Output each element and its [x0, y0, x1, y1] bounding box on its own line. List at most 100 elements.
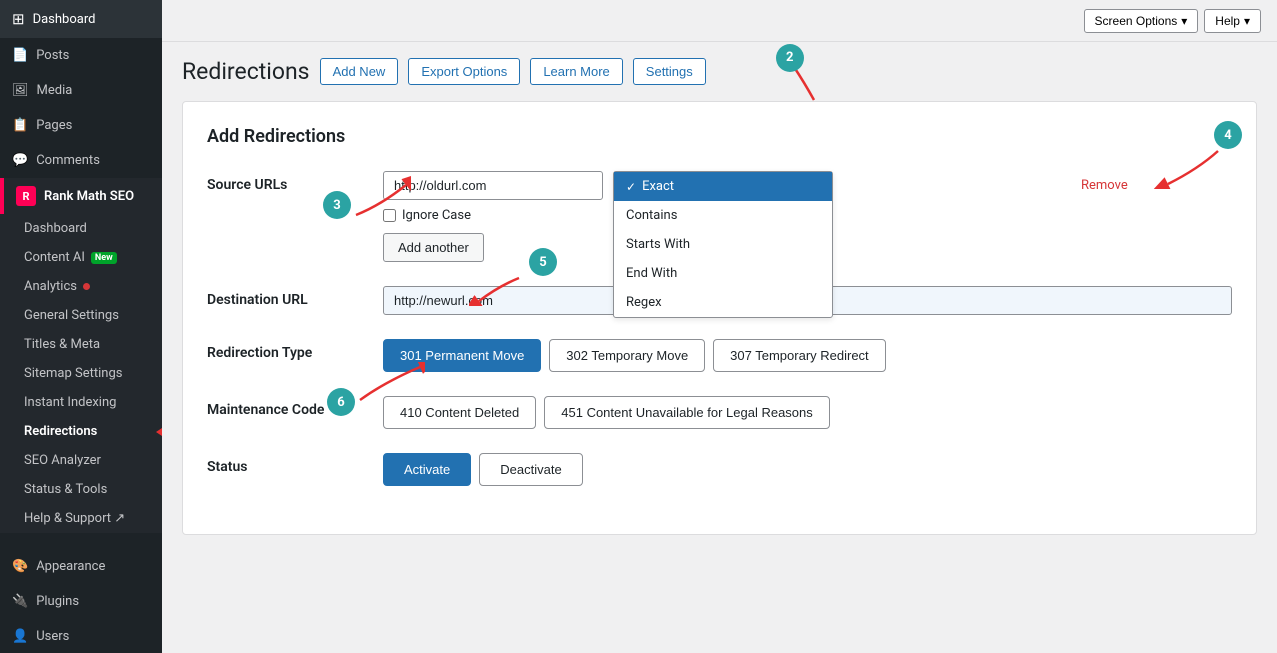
maintenance-code-controls: 410 Content Deleted 451 Content Unavaila… [383, 396, 1232, 429]
dropdown-item-end-with[interactable]: End With [614, 259, 832, 288]
redirection-type-group: 301 Permanent Move 302 Temporary Move 30… [383, 339, 1232, 372]
sidebar-item-analytics[interactable]: Analytics [0, 272, 162, 301]
sitemap-settings-label: Sitemap Settings [24, 366, 123, 381]
rank-math-header[interactable]: R Rank Math SEO [0, 178, 162, 214]
settings-button[interactable]: Settings [633, 58, 706, 85]
page-title-row: Redirections Add New Export Options Lear… [182, 58, 1257, 85]
sidebar-item-media[interactable]: 🖼 Media [0, 73, 162, 108]
status-row: Status Activate Deactivate [207, 453, 1232, 486]
appearance-icon: 🎨 [12, 559, 28, 574]
sidebar-item-general-settings[interactable]: General Settings [0, 301, 162, 330]
sidebar-item-rm-dashboard[interactable]: Dashboard [0, 214, 162, 243]
sidebar-item-label: Comments [36, 153, 100, 168]
sidebar-item-label: Dashboard [33, 12, 96, 27]
source-urls-label: Source URLs [207, 171, 367, 193]
sidebar-item-plugins[interactable]: 🔌 Plugins [0, 584, 162, 619]
redirection-type-label: Redirection Type [207, 339, 367, 361]
posts-icon: 📄 [12, 48, 28, 63]
type-301-button[interactable]: 301 Permanent Move [383, 339, 541, 372]
sidebar: ⊞ Dashboard 📄 Posts 🖼 Media 📋 Pages 💬 Co… [0, 0, 162, 653]
pages-icon: 📋 [12, 118, 28, 133]
ignore-case-label: Ignore Case [402, 208, 471, 223]
status-label: Status [207, 453, 367, 475]
page-area: Redirections Add New Export Options Lear… [162, 42, 1277, 653]
dropdown-item-regex[interactable]: Regex [614, 288, 832, 317]
rm-dashboard-label: Dashboard [24, 221, 87, 236]
redirection-type-controls: 301 Permanent Move 302 Temporary Move 30… [383, 339, 1232, 372]
help-label: Help [1215, 14, 1240, 28]
sidebar-item-seo-analyzer[interactable]: SEO Analyzer [0, 446, 162, 475]
status-controls: Activate Deactivate [383, 453, 1232, 486]
help-button[interactable]: Help ▾ [1204, 9, 1261, 33]
page-title: Redirections [182, 58, 310, 85]
new-badge: New [91, 252, 117, 264]
sidebar-item-status-tools[interactable]: Status & Tools [0, 475, 162, 504]
sidebar-item-content-ai[interactable]: Content AI New [0, 243, 162, 272]
general-settings-label: General Settings [24, 308, 119, 323]
code-410-button[interactable]: 410 Content Deleted [383, 396, 536, 429]
sidebar-item-users[interactable]: 👤 Users [0, 619, 162, 653]
sidebar-item-label: Posts [36, 48, 69, 63]
sidebar-item-dashboard[interactable]: ⊞ Dashboard [0, 0, 162, 38]
screen-options-label: Screen Options [1095, 14, 1178, 28]
chevron-down-icon-2: ▾ [1244, 14, 1250, 28]
screen-options-button[interactable]: Screen Options ▾ [1084, 9, 1199, 33]
arrow-2 [784, 62, 834, 102]
sidebar-item-pages[interactable]: 📋 Pages [0, 108, 162, 143]
destination-url-label: Destination URL [207, 286, 367, 308]
type-302-button[interactable]: 302 Temporary Move [549, 339, 705, 372]
maintenance-code-group: 410 Content Deleted 451 Content Unavaila… [383, 396, 1232, 429]
sidebar-item-posts[interactable]: 📄 Posts [0, 38, 162, 73]
learn-more-button[interactable]: Learn More [530, 58, 622, 85]
sidebar-item-appearance[interactable]: 🎨 Appearance [0, 549, 162, 584]
sidebar-item-titles-meta[interactable]: Titles & Meta [0, 330, 162, 359]
sidebar-item-sitemap-settings[interactable]: Sitemap Settings [0, 359, 162, 388]
source-urls-row: Source URLs ✓ Exact Contains [207, 171, 1232, 262]
sidebar-item-comments[interactable]: 💬 Comments [0, 143, 162, 178]
top-bar: Screen Options ▾ Help ▾ [162, 0, 1277, 42]
plugins-label: Plugins [36, 594, 79, 609]
rank-math-icon: R [16, 186, 36, 206]
remove-link[interactable]: Remove [1081, 178, 1128, 193]
regex-label: Regex [626, 295, 662, 310]
contains-label: Contains [626, 208, 677, 223]
instant-indexing-label: Instant Indexing [24, 395, 116, 410]
status-tools-label: Status & Tools [24, 482, 107, 497]
help-support-label: Help & Support ↗ [24, 511, 125, 526]
users-icon: 👤 [12, 629, 28, 644]
sidebar-item-instant-indexing[interactable]: Instant Indexing [0, 388, 162, 417]
type-307-button[interactable]: 307 Temporary Redirect [713, 339, 886, 372]
starts-with-label: Starts With [626, 237, 690, 252]
sidebar-item-label: Pages [36, 118, 72, 133]
content-ai-label: Content AI [24, 250, 85, 265]
dropdown-item-exact[interactable]: ✓ Exact [614, 172, 832, 201]
source-urls-controls: ✓ Exact Contains Starts With End With [383, 171, 1232, 262]
sidebar-item-help-support[interactable]: Help & Support ↗ [0, 504, 162, 533]
maintenance-code-label: Maintenance Code [207, 396, 367, 418]
sidebar-item-label: Media [37, 83, 73, 98]
sidebar-item-redirections[interactable]: Redirections 1 [0, 417, 162, 446]
appearance-label: Appearance [36, 559, 105, 574]
add-new-button[interactable]: Add New [320, 58, 399, 85]
rank-math-submenu: Dashboard Content AI New Analytics Gener… [0, 214, 162, 533]
export-options-button[interactable]: Export Options [408, 58, 520, 85]
dashboard-icon: ⊞ [12, 10, 25, 28]
deactivate-button[interactable]: Deactivate [479, 453, 582, 486]
redirections-label: Redirections [24, 424, 97, 439]
card-title: Add Redirections [207, 126, 1232, 147]
dropdown-item-contains[interactable]: Contains [614, 201, 832, 230]
add-another-button[interactable]: Add another [383, 233, 484, 262]
seo-analyzer-label: SEO Analyzer [24, 453, 101, 468]
titles-meta-label: Titles & Meta [24, 337, 100, 352]
dropdown-item-starts-with[interactable]: Starts With [614, 230, 832, 259]
status-group: Activate Deactivate [383, 453, 1232, 486]
ignore-case-checkbox[interactable] [383, 209, 396, 222]
activate-button[interactable]: Activate [383, 453, 471, 486]
match-type-dropdown[interactable]: ✓ Exact Contains Starts With End With [613, 171, 833, 318]
analytics-dot [83, 283, 90, 290]
analytics-label: Analytics [24, 279, 77, 294]
code-451-button[interactable]: 451 Content Unavailable for Legal Reason… [544, 396, 830, 429]
maintenance-code-row: Maintenance Code 410 Content Deleted 451… [207, 396, 1232, 429]
source-url-input[interactable] [383, 171, 603, 200]
main-content: Screen Options ▾ Help ▾ Redirections Add… [162, 0, 1277, 653]
